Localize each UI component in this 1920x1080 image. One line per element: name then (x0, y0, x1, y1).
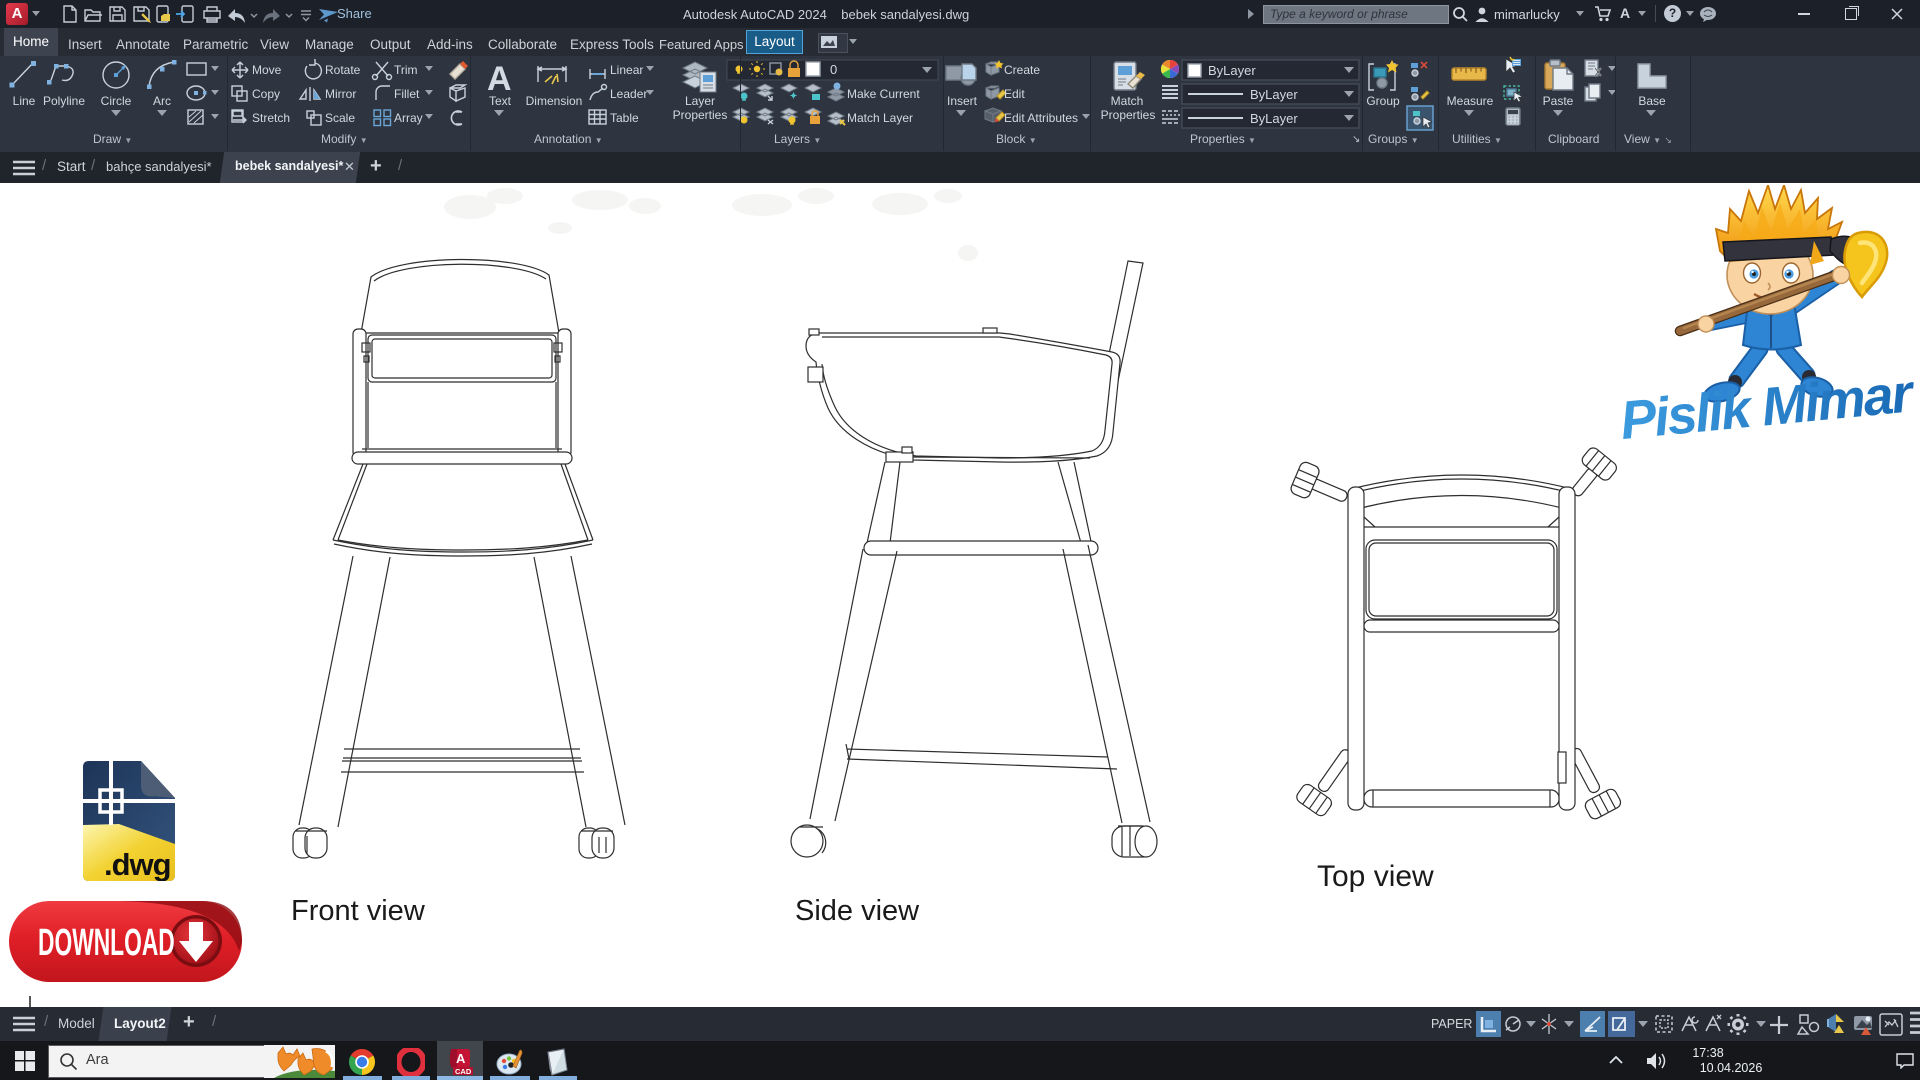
svg-text:DOWNLOAD: DOWNLOAD (38, 921, 175, 963)
svg-text:ByLayer: ByLayer (1250, 111, 1298, 126)
svg-text:0: 0 (830, 62, 837, 77)
svg-text:ByLayer: ByLayer (1250, 87, 1298, 102)
svg-text:A: A (456, 1051, 466, 1066)
svg-text:CAD: CAD (455, 1067, 472, 1075)
svg-text:.dwg: .dwg (104, 847, 171, 881)
svg-text:A: A (487, 60, 512, 98)
svg-text:ByLayer: ByLayer (1208, 63, 1256, 78)
svg-text:Pislik Mimar: Pislik Mimar (1618, 363, 1919, 451)
